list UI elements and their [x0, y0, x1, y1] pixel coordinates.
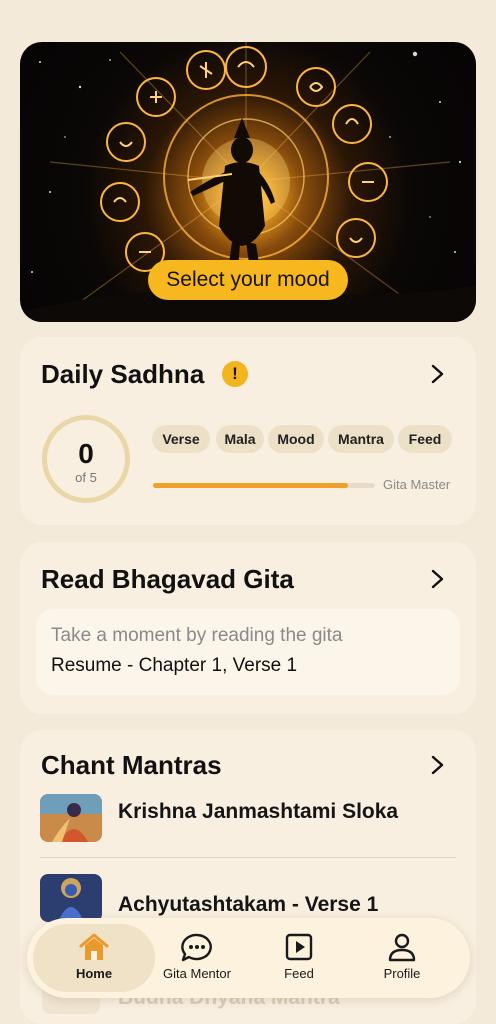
- daily-sadhna-title: Daily Sadhna: [41, 359, 205, 389]
- read-gita-card[interactable]: Read Bhagavad Gita Take a moment by read…: [20, 542, 476, 714]
- nav-home[interactable]: Home: [33, 918, 155, 998]
- user-icon: [388, 933, 416, 962]
- divider: [40, 857, 456, 858]
- play-icon: [285, 933, 313, 961]
- chevron-right-icon[interactable]: [426, 754, 448, 776]
- daily-sadhna-card[interactable]: Daily Sadhna ! 0 of 5 Verse Mala Mood Ma…: [20, 337, 476, 525]
- sadhna-progress-fill: [153, 483, 349, 488]
- nav-label: Gita Mentor: [163, 966, 231, 981]
- chip-mala[interactable]: Mala: [216, 425, 264, 453]
- read-gita-title: Read Bhagavad Gita: [41, 564, 294, 594]
- mantra-title[interactable]: Achyutashtakam - Verse 1: [118, 893, 378, 917]
- chip-mood[interactable]: Mood: [268, 425, 324, 453]
- select-mood-button[interactable]: Select your mood: [148, 260, 348, 300]
- nav-label: Home: [75, 966, 113, 981]
- nav-label: Feed: [284, 966, 314, 981]
- nav-feed[interactable]: Feed: [259, 918, 339, 998]
- reading-hint: Take a moment by reading the gita: [51, 625, 343, 646]
- nav-gita-mentor[interactable]: Gita Mentor: [147, 918, 247, 998]
- chevron-right-icon[interactable]: [426, 568, 448, 590]
- sadhna-progress-bar: [153, 483, 375, 488]
- home-icon: [79, 933, 109, 960]
- mantra-title[interactable]: Krishna Janmashtami Sloka: [118, 800, 398, 824]
- progress-goal-label: Gita Master: [383, 477, 451, 492]
- chip-mantra[interactable]: Mantra: [328, 425, 394, 453]
- hero-banner[interactable]: Select your mood: [20, 42, 476, 322]
- sadhna-progress-ring: 0 of 5: [42, 415, 130, 503]
- chat-icon: [181, 933, 212, 962]
- bottom-navigation: Home Gita Mentor Feed Profile: [27, 918, 470, 998]
- mantra-thumbnail: [40, 794, 102, 842]
- mantra-thumbnail: [40, 874, 102, 922]
- nav-profile[interactable]: Profile: [362, 918, 442, 998]
- chip-verse[interactable]: Verse: [152, 425, 210, 453]
- chant-mantras-title: Chant Mantras: [41, 750, 222, 780]
- resume-reading-panel[interactable]: Take a moment by reading the gita Resume…: [36, 609, 460, 695]
- resume-link[interactable]: Resume - Chapter 1, Verse 1: [51, 655, 297, 677]
- nav-label: Profile: [383, 966, 421, 981]
- sadhna-completed-count: 0: [78, 438, 94, 469]
- chevron-right-icon[interactable]: [426, 363, 448, 385]
- chip-feed[interactable]: Feed: [398, 425, 452, 453]
- alert-icon: !: [222, 361, 248, 387]
- sadhna-total-label: of 5: [75, 470, 97, 485]
